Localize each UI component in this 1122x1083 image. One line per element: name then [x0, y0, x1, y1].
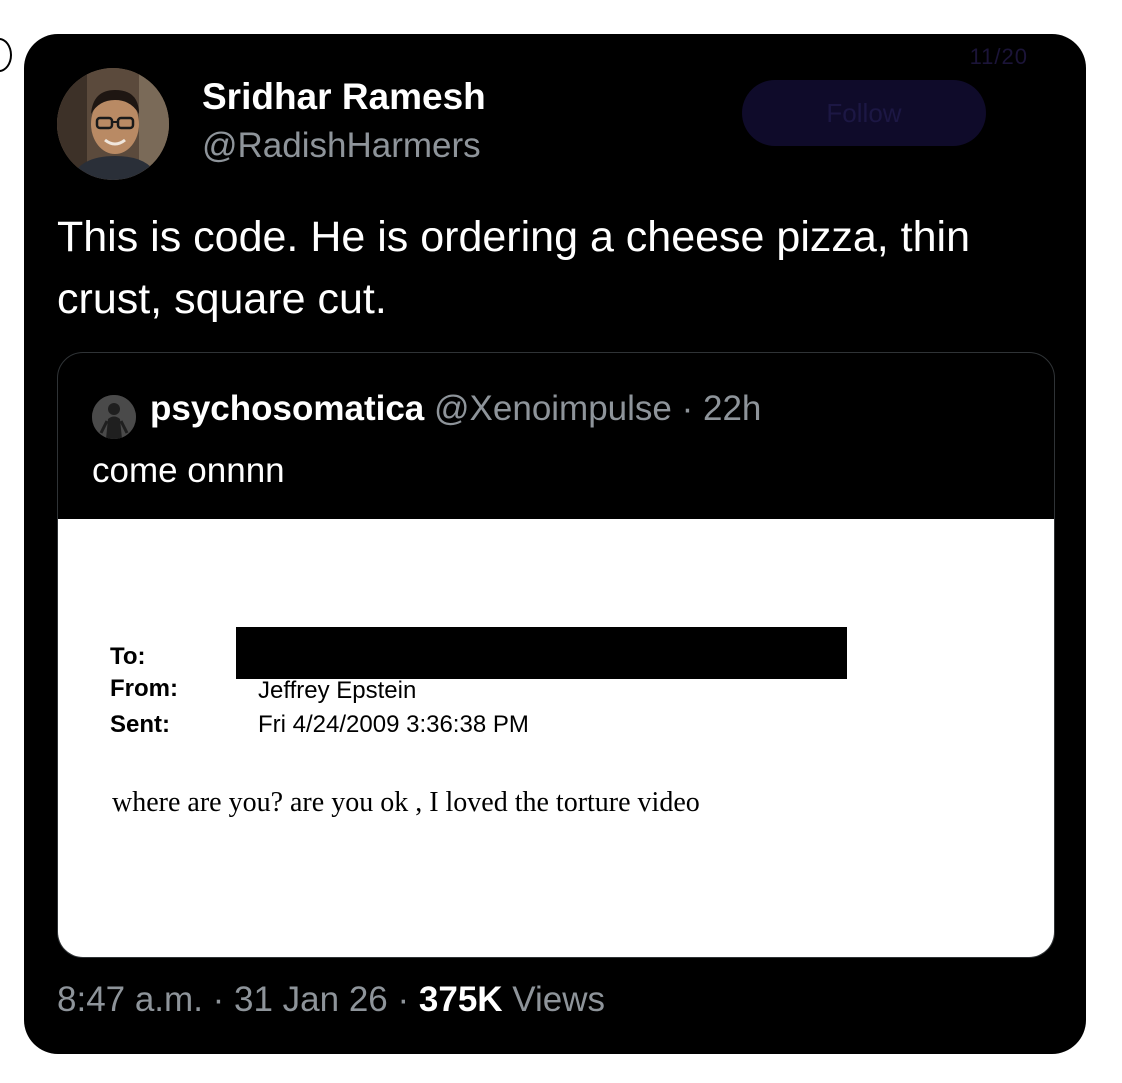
- screenshot-stage: 11/20 Follow Sridhar Ramesh @RadishHarme…: [0, 0, 1122, 1083]
- author-handle[interactable]: @RadishHarmers: [202, 126, 481, 166]
- avatar-photo-icon: [57, 68, 169, 180]
- quoted-separator: ·: [671, 389, 703, 428]
- tweet-card: 11/20 Follow Sridhar Ramesh @RadishHarme…: [24, 34, 1086, 1054]
- email-screenshot-image[interactable]: To: From: Jeffrey Epstein Sent: Fri 4/24…: [58, 519, 1054, 957]
- author-avatar[interactable]: [57, 68, 169, 180]
- quoted-age[interactable]: 22h: [703, 389, 761, 428]
- edge-fragment: [0, 38, 12, 72]
- tweet-date[interactable]: 31 Jan 26: [234, 980, 388, 1019]
- tweet-meta: 8:47 a.m. · 31 Jan 26 · 375K Views: [57, 980, 605, 1020]
- email-from-label: From:: [110, 675, 178, 702]
- email-to-label: To:: [110, 643, 146, 670]
- email-sent-value: Fri 4/24/2009 3:36:38 PM: [258, 711, 529, 738]
- views-count: 375K: [418, 980, 503, 1019]
- avatar-figure-icon: [92, 395, 136, 439]
- meta-separator-1: ·: [202, 980, 235, 1019]
- tweet-time[interactable]: 8:47 a.m.: [57, 980, 203, 1019]
- quoted-author-name[interactable]: psychosomatica: [150, 389, 424, 428]
- redaction-bar: [236, 627, 847, 679]
- meta-separator-2: ·: [387, 980, 419, 1019]
- views-label: Views: [512, 980, 606, 1019]
- ghost-counter: 11/20: [969, 44, 1028, 69]
- follow-button[interactable]: Follow: [742, 80, 986, 146]
- tweet-text: This is code. He is ordering a cheese pi…: [57, 213, 971, 323]
- quoted-author-handle[interactable]: @Xenoimpulse: [434, 389, 672, 428]
- quoted-text: come onnnn: [92, 451, 285, 490]
- quoted-header: psychosomatica @Xenoimpulse · 22h: [150, 389, 761, 429]
- email-sent-label: Sent:: [110, 711, 170, 738]
- quoted-tweet[interactable]: psychosomatica @Xenoimpulse · 22h come o…: [57, 352, 1055, 958]
- quoted-author-avatar[interactable]: [92, 395, 136, 439]
- email-body: where are you? are you ok , I loved the …: [112, 787, 700, 818]
- email-from-value: Jeffrey Epstein: [258, 677, 417, 704]
- author-name[interactable]: Sridhar Ramesh: [202, 76, 486, 118]
